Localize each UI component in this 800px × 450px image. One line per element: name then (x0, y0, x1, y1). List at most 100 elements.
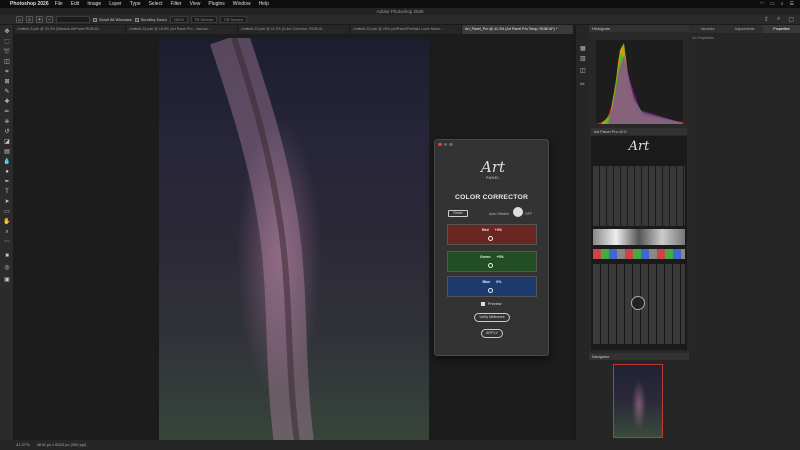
lasso-tool-icon[interactable]: ➰ (3, 49, 11, 55)
reset-button[interactable]: Reset (448, 210, 468, 217)
healing-brush-icon[interactable]: ✚ (3, 99, 11, 105)
tab-document-4[interactable]: Untitled-20.psb @ 25% (ArtPanel/Portfoli… (350, 25, 462, 34)
tab-document-2[interactable]: Untitled-14.psb @ 18.5% (Art Panel Pro -… (126, 25, 238, 34)
art-panel-header[interactable]: Art Panel Pro v2.0 (591, 128, 687, 135)
search-icon[interactable]: ⌕ (781, 1, 784, 7)
menu-type[interactable]: Type (130, 1, 141, 7)
history-icon[interactable]: ▦ (580, 45, 586, 52)
move-tool-icon[interactable]: ✥ (3, 29, 11, 35)
green-slider-knob[interactable] (488, 263, 493, 268)
green-value: +0% (496, 255, 504, 259)
brush-settings-icon[interactable]: ✂ (580, 81, 585, 88)
milky-way-photo[interactable] (159, 38, 429, 442)
minimize-dialog-icon[interactable] (443, 142, 447, 147)
marquee-tool-icon[interactable]: ⬚ (3, 39, 11, 45)
brush-tool-icon[interactable]: ✏ (3, 109, 11, 115)
hand-tool-icon[interactable]: ✋ (3, 219, 11, 225)
fit-screen-button[interactable]: Fit Screen (190, 16, 218, 23)
histogram-svg (596, 43, 683, 124)
status-doc-info[interactable]: 4615 px x 6920 px (300 ppi) (37, 442, 87, 447)
tab-document-1[interactable]: Untitled-3.psb @ 33.3% (Window ArtPanel … (14, 25, 126, 34)
red-slider-label: Red +0% (448, 228, 536, 232)
menu-layer[interactable]: Layer (109, 1, 122, 7)
history-brush-icon[interactable]: ↺ (3, 129, 11, 135)
eraser-icon[interactable]: ◪ (3, 139, 11, 145)
layers-icon[interactable]: ◫ (580, 67, 586, 74)
blue-name: Blue (482, 280, 491, 284)
path-select-icon[interactable]: ➤ (3, 199, 11, 205)
tab-document-active[interactable]: Art_Panel_Pro @ 41.3% (Art Panel Pro Tem… (462, 25, 574, 34)
scrubby-zoom-checkbox[interactable]: Scrubby Zoom (134, 17, 167, 22)
home-icon[interactable]: ⌂ (16, 16, 23, 23)
menu-image[interactable]: Image (87, 1, 101, 7)
tab-libraries[interactable]: Libraries (689, 25, 726, 33)
zoom-tool-icon[interactable]: ⌕ (26, 16, 33, 23)
clone-stamp-icon[interactable]: ⎈ (3, 119, 11, 125)
zoom-dialog-icon[interactable] (449, 142, 453, 147)
menu-window[interactable]: Window (233, 1, 251, 7)
art-panel-color-buttons[interactable] (593, 249, 685, 259)
unify-midtones-button[interactable]: Unify Midtones (474, 313, 510, 322)
tab-document-3[interactable]: Untitled-12.psb @ 11.2% (Color Corrector… (238, 25, 350, 34)
menu-help[interactable]: Help (259, 1, 269, 7)
art-panel-gradient-strip[interactable] (593, 229, 685, 245)
preview-check-icon[interactable] (481, 302, 485, 306)
apply-button[interactable]: APPLY (481, 329, 503, 338)
wifi-icon[interactable]: ◠ (760, 1, 764, 7)
tab-properties[interactable]: Properties (763, 25, 800, 33)
pen-tool-icon[interactable]: ✒ (3, 179, 11, 185)
share-icon[interactable]: ⇪ (764, 16, 769, 23)
resize-windows-field[interactable] (56, 16, 90, 23)
crop-tool-icon[interactable]: ⌗ (3, 69, 11, 75)
gradient-icon[interactable]: ▤ (3, 149, 11, 155)
blue-value: 0% (496, 280, 502, 284)
menu-bar: Photoshop 2026 File Edit Image Layer Typ… (0, 0, 800, 8)
menu-filter[interactable]: Filter (170, 1, 181, 7)
blue-slider[interactable]: Blue 0% (447, 276, 537, 297)
status-zoom[interactable]: 41.37% (16, 442, 30, 447)
eyedropper-icon[interactable]: ✎ (3, 89, 11, 95)
zoom-tool-icon[interactable]: ⌕ (3, 229, 11, 235)
navigator-thumbnail[interactable] (613, 364, 663, 438)
blur-tool-icon[interactable]: 💧 (3, 159, 11, 165)
navigator-header[interactable]: Navigator (589, 353, 689, 360)
red-slider[interactable]: Red +0% (447, 224, 537, 245)
foreground-color-swatch[interactable]: ■ (3, 253, 11, 259)
zoom-out-icon[interactable]: − (46, 16, 53, 23)
zoom-in-icon[interactable]: + (36, 16, 43, 23)
shape-tool-icon[interactable]: ▭ (3, 209, 11, 215)
art-panel-buttons-grid[interactable] (593, 166, 685, 226)
battery-icon[interactable]: ▭ (770, 1, 775, 7)
menu-view[interactable]: View (190, 1, 201, 7)
object-select-icon[interactable]: ◫ (3, 59, 11, 65)
menu-select[interactable]: Select (149, 1, 163, 7)
more-tools-icon[interactable]: ⋯ (3, 239, 11, 245)
fill-screen-button[interactable]: Fill Screen (220, 16, 248, 23)
histogram-header[interactable]: Histogram (589, 25, 689, 32)
zoom-100-button[interactable]: 100% (169, 16, 188, 23)
screen-mode-icon[interactable]: ▣ (3, 277, 11, 283)
actions-icon[interactable]: ▥ (580, 55, 586, 62)
menu-plugins[interactable]: Plugins (208, 1, 224, 7)
green-slider[interactable]: Green +0% (447, 251, 537, 272)
frame-tool-icon[interactable]: ⊠ (3, 79, 11, 85)
red-slider-knob[interactable] (488, 236, 493, 241)
scroll-all-checkbox[interactable]: Scroll All Windows (93, 17, 132, 22)
quick-mask-icon[interactable]: ◎ (3, 265, 11, 271)
menubar-status-icons: ◠ ▭ ⌕ ☰ (760, 0, 794, 8)
tab-adjustments[interactable]: Adjustments (726, 25, 763, 33)
control-center-icon[interactable]: ☰ (790, 1, 794, 7)
preview-checkbox[interactable]: Preview (481, 302, 502, 306)
dodge-tool-icon[interactable]: ● (3, 169, 11, 175)
app-name[interactable]: Photoshop 2026 (10, 1, 49, 7)
search-icon[interactable]: ⌕ (777, 16, 780, 23)
workspace-icon[interactable]: ▢ (788, 16, 794, 23)
menu-file[interactable]: File (55, 1, 63, 7)
art-panel-main-dial[interactable] (631, 296, 645, 310)
auto-stretch-toggle[interactable] (513, 207, 523, 217)
type-tool-icon[interactable]: T (3, 189, 11, 195)
blue-slider-knob[interactable] (488, 288, 493, 293)
logo-word: Art (480, 158, 506, 176)
menu-edit[interactable]: Edit (71, 1, 80, 7)
close-dialog-icon[interactable] (438, 142, 442, 147)
